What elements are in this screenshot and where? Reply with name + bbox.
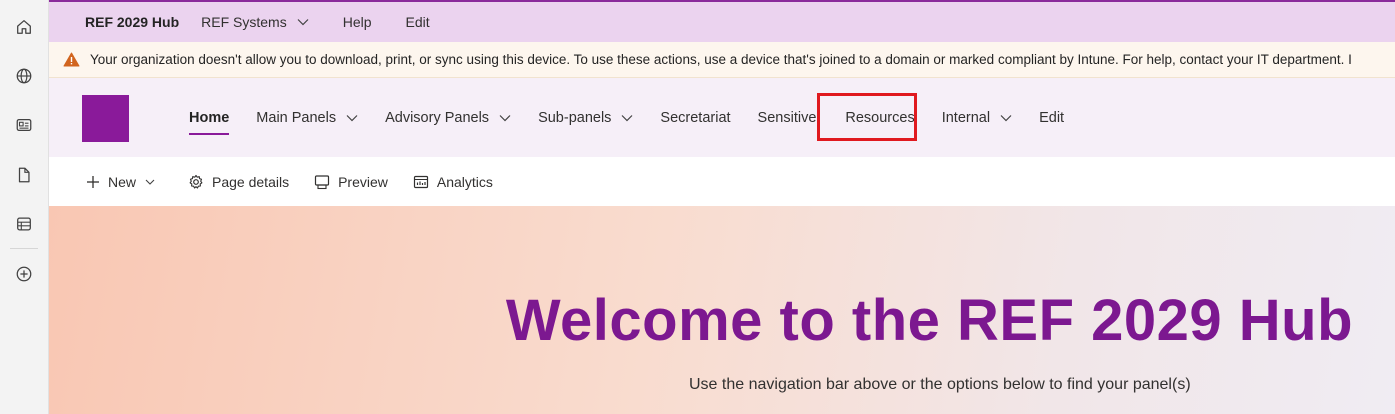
preview-icon	[314, 174, 330, 189]
nav-item-label: Internal	[941, 109, 991, 126]
nav-item-label: Advisory Panels	[385, 109, 490, 126]
page-details-label: Page details	[212, 173, 290, 190]
home-icon[interactable]	[9, 12, 39, 42]
document-icon[interactable]	[9, 160, 39, 190]
nav-item-label: Secretariat	[660, 109, 731, 126]
globe-icon[interactable]	[9, 61, 39, 91]
list-icon[interactable]	[9, 209, 39, 239]
warning-icon	[63, 52, 80, 67]
analytics-label: Analytics	[436, 173, 493, 190]
hero-title: Welcome to the REF 2029 Hub	[505, 288, 1353, 353]
nav-item-label: Edit	[1039, 109, 1065, 126]
nav-item-sub-panels[interactable]: Sub-panels	[538, 103, 633, 133]
site-navigation: Home Main Panels Advisory Panels Sub-pan…	[189, 78, 1091, 157]
nav-item-edit[interactable]: Edit	[1039, 103, 1064, 133]
hub-item-label: REF Systems	[201, 14, 287, 30]
app-rail	[0, 0, 49, 414]
analytics-button[interactable]: Analytics	[413, 174, 493, 190]
hub-item-edit[interactable]: Edit	[406, 14, 430, 30]
nav-item-label: Sensitive	[757, 109, 817, 126]
analytics-icon	[413, 175, 428, 188]
hub-item-label: Help	[342, 14, 372, 30]
hub-bar: REF 2029 Hub REF Systems Help Edit	[49, 0, 1395, 42]
hub-item-help[interactable]: Help	[343, 14, 372, 30]
chevron-down-icon	[346, 114, 358, 122]
plus-icon	[87, 175, 99, 188]
compliance-warning-banner: Your organization doesn't allow you to d…	[49, 42, 1395, 78]
new-button-label: New	[108, 173, 137, 190]
nav-item-label: Home	[189, 109, 230, 126]
hub-site-title[interactable]: REF 2029 Hub	[85, 14, 179, 30]
hub-item-label: Edit	[405, 14, 430, 30]
chevron-down-icon	[499, 114, 511, 122]
chevron-down-icon	[297, 19, 309, 26]
rail-divider	[10, 248, 38, 249]
nav-item-home[interactable]: Home	[189, 103, 230, 135]
page-details-button[interactable]: Page details	[188, 174, 289, 190]
gear-icon	[189, 174, 203, 189]
news-icon[interactable]	[9, 110, 39, 140]
nav-item-label: Resources	[845, 109, 915, 126]
chevron-down-icon	[621, 114, 633, 122]
nav-item-internal[interactable]: Internal	[942, 103, 1012, 133]
hub-item-ref-systems[interactable]: REF Systems	[201, 14, 309, 30]
nav-item-main-panels[interactable]: Main Panels	[256, 103, 358, 133]
preview-button[interactable]: Preview	[314, 174, 388, 190]
site-logo[interactable]	[82, 95, 129, 142]
nav-item-label: Sub-panels	[538, 109, 612, 126]
nav-item-advisory-panels[interactable]: Advisory Panels	[385, 103, 511, 133]
add-icon[interactable]	[9, 259, 39, 289]
command-bar: New Page details Preview Analytics	[49, 157, 1395, 206]
hero-banner: Welcome to the REF 2029 Hub Use the navi…	[49, 206, 1395, 414]
hero-subtitle: Use the navigation bar above or the opti…	[689, 376, 1191, 393]
new-button[interactable]: New	[86, 174, 163, 190]
site-header: Home Main Panels Advisory Panels Sub-pan…	[49, 78, 1395, 157]
nav-item-secretariat[interactable]: Secretariat	[660, 103, 730, 133]
chevron-down-icon	[1000, 114, 1012, 122]
nav-item-sensitive[interactable]: Sensitive	[758, 103, 817, 133]
nav-item-label: Main Panels	[256, 109, 337, 126]
warning-text: Your organization doesn't allow you to d…	[90, 52, 1352, 67]
nav-item-resources[interactable]: Resources	[845, 103, 914, 133]
preview-label: Preview	[338, 173, 388, 190]
chevron-down-icon	[145, 179, 155, 185]
